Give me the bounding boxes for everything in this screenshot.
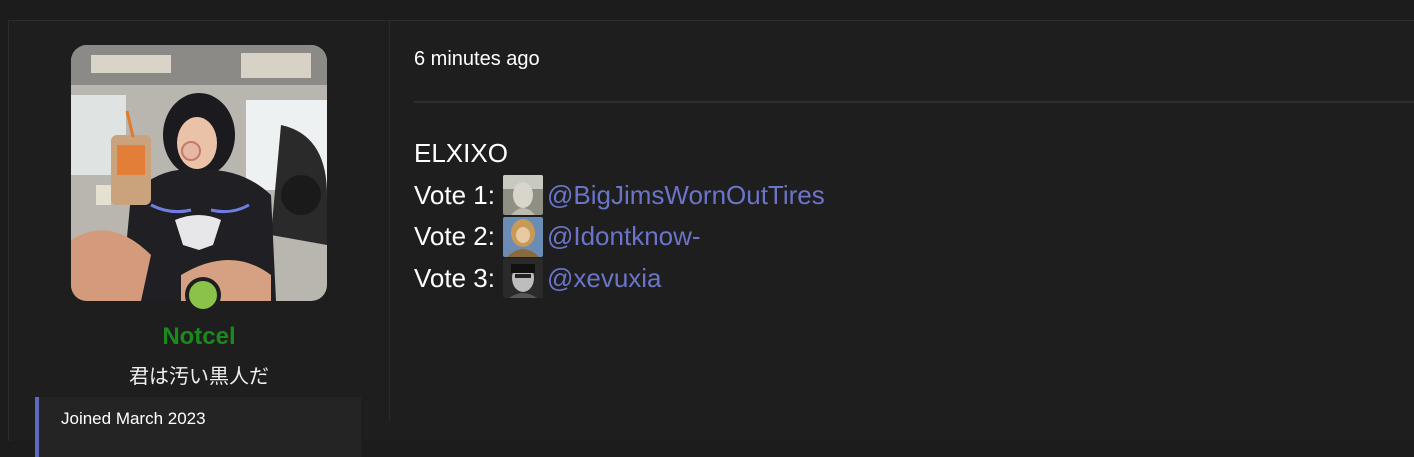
mini-avatar-knight[interactable] [502, 216, 543, 257]
message-body: 6 minutes ago ELXIXO Vote 1: @BigJimsWor… [414, 21, 1414, 421]
mini-avatar-statue[interactable] [502, 175, 543, 216]
vote-line: Vote 2: @Idontknow- [414, 216, 825, 258]
header-divider [414, 101, 1414, 103]
vote-label: Vote 3: [414, 262, 495, 293]
mini-avatar-bw-person[interactable] [502, 258, 543, 299]
user-info-box: Joined March 2023 [35, 397, 361, 457]
vote-label: Vote 2: [414, 221, 495, 251]
message-pointer-arrow [370, 89, 388, 121]
mention-link[interactable]: @xevuxia [547, 258, 662, 300]
online-status-indicator [185, 277, 221, 313]
forum-post: Notcel 君は汚い黒人だ Joined March 2023 6 minut… [8, 20, 1414, 457]
vote-label: Vote 1: [414, 179, 495, 210]
mention-link[interactable]: @BigJimsWornOutTires [547, 175, 825, 217]
mention-link[interactable]: @Idontknow- [547, 216, 701, 258]
user-title: 君は汚い黒人だ [129, 366, 269, 388]
user-panel: Notcel 君は汚い黒人だ Joined March 2023 [9, 21, 390, 457]
vote-line: Vote 1: @BigJimsWornOutTires [414, 175, 825, 217]
message-content: ELXIXO Vote 1: @BigJimsWornOutTires Vote… [414, 133, 825, 299]
username[interactable]: Notcel [9, 323, 389, 351]
vote-line: Vote 3: @xevuxia [414, 258, 825, 300]
message-heading: ELXIXO [414, 138, 508, 168]
user-avatar[interactable] [71, 45, 327, 301]
post-timestamp[interactable]: 6 minutes ago [414, 48, 540, 71]
